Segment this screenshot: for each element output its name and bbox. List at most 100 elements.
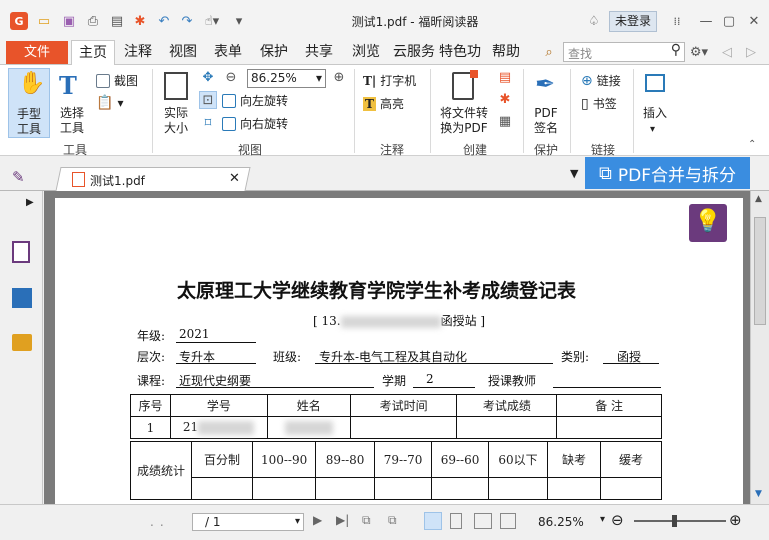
status-zoom-out-icon[interactable]: ⊖ (611, 511, 624, 529)
pages-panel-icon[interactable] (12, 288, 32, 308)
save-icon[interactable]: ▣ (60, 12, 78, 30)
select-tool-button[interactable]: T 选择 工具 (53, 68, 91, 138)
convert-to-pdf-button[interactable]: 将文件转 换为PDF (436, 68, 492, 138)
tab-cloud[interactable]: 云服务 (393, 40, 435, 65)
link-button[interactable]: ⊕ 链接 (581, 72, 621, 89)
next-page-icon[interactable]: ▶ (313, 513, 322, 527)
collapse-ribbon-icon[interactable]: ⌃ (748, 139, 756, 150)
hand-dropdown-icon[interactable]: ☝▾ (203, 12, 221, 30)
single-page-view-icon[interactable] (424, 512, 442, 530)
pdf-merge-split-button[interactable]: ⧉ PDF合并与拆分 (585, 157, 750, 189)
actual-size-button[interactable]: 实际 大小 (158, 68, 196, 138)
bookmark-panel-icon[interactable] (12, 241, 30, 263)
tab-protect[interactable]: 保护 (254, 40, 294, 65)
search-icon[interactable]: ⚲ (671, 42, 681, 58)
zoom-in-icon[interactable]: ⊕ (330, 68, 348, 86)
next-view-icon[interactable]: ⧉ (388, 513, 397, 528)
clipboard-button[interactable]: 📋 ▾ (96, 95, 123, 111)
tab-view[interactable]: 视图 (163, 40, 203, 65)
group-comment-label: 注释 (379, 143, 404, 157)
tab-home[interactable]: 主页 (71, 40, 115, 66)
tab-help[interactable]: 帮助 (486, 40, 526, 65)
status-bar: .. / 1 ▾ ▶ ▶| ⧉ ⧉ 86.25% ▾ ⊖ ⊕ (0, 504, 769, 540)
insert-button[interactable]: 插入 ▾ (638, 68, 672, 138)
rotate-left-label: 向左旋转 (240, 94, 289, 108)
text-cursor-icon: T (59, 71, 77, 100)
zoom-select[interactable]: 86.25% ▾ (247, 69, 326, 88)
login-button[interactable]: 未登录 (609, 11, 657, 32)
document-tab-label: 测试1.pdf (90, 174, 145, 188)
row-student-id: 21 (169, 416, 268, 439)
tab-list-dropdown-icon[interactable]: ▼ (570, 167, 578, 180)
rotate-right-button[interactable]: 向右旋转 (222, 115, 288, 132)
bookmark-icon: ▯ (581, 95, 589, 112)
tab-browse[interactable]: 浏览 (346, 40, 386, 65)
zoom-slider-handle[interactable] (672, 515, 677, 527)
close-tab-icon[interactable]: ✕ (229, 171, 240, 186)
first-page-icon[interactable]: .. (150, 515, 170, 529)
clipboard-icon: 📋 (96, 95, 114, 111)
teacher-label: 授课教师 (488, 374, 537, 388)
scroll-down-icon[interactable]: ▼ (755, 489, 762, 499)
page-number-input[interactable]: / 1 ▾ (192, 513, 304, 531)
tab-comment[interactable]: 注释 (118, 40, 158, 65)
properties-icon[interactable]: ▤ (108, 12, 126, 30)
fit-width-icon[interactable]: ⊡ (199, 91, 217, 109)
tab-features[interactable]: 特色功能 (439, 40, 481, 65)
new-icon[interactable]: ✱ (131, 12, 149, 30)
facing-view-icon[interactable] (474, 513, 492, 529)
prev-arrow-icon[interactable]: ◁ (718, 43, 736, 61)
status-zoom-value[interactable]: 86.25% (538, 515, 584, 529)
zoom-dropdown-icon[interactable]: ▾ (600, 514, 605, 525)
foxit-pen-icon[interactable]: ✎ (12, 168, 30, 186)
rotate-left-button[interactable]: 向左旋转 (222, 92, 288, 109)
typewriter-button[interactable]: T| 打字机 (363, 72, 416, 89)
continuous-facing-view-icon[interactable] (500, 513, 516, 529)
screenshot-button[interactable]: 截图 (96, 72, 138, 89)
prev-view-icon[interactable]: ⧉ (362, 513, 371, 528)
hand-icon: ✋ (18, 71, 46, 96)
tab-share[interactable]: 共享 (299, 40, 339, 65)
fit-visible-icon[interactable]: ⌑ (199, 114, 217, 132)
highlight-button[interactable]: T 高亮 (363, 95, 404, 112)
fit-page-icon[interactable]: ✥ (199, 68, 217, 86)
continuous-view-icon[interactable] (450, 513, 462, 529)
expand-panel-icon[interactable]: ▶ (26, 197, 34, 208)
comments-panel-icon[interactable] (12, 334, 32, 351)
close-button[interactable]: ✕ (745, 12, 763, 30)
redacted-block (284, 420, 333, 435)
status-zoom-in-icon[interactable]: ⊕ (729, 511, 742, 529)
create-scanner-icon[interactable]: ▦ (496, 112, 514, 130)
create-blank-icon[interactable]: ▤ (496, 68, 514, 86)
lightbulb-icon[interactable]: 💡 (689, 204, 727, 242)
undo-icon[interactable]: ↶ (155, 12, 173, 30)
print-icon[interactable]: ⎙ (84, 12, 102, 30)
search-input[interactable]: 查找 ⚲ (563, 42, 685, 62)
bookmark-button[interactable]: ▯ 书签 (581, 95, 617, 112)
grid-icon[interactable]: ⁞⁞ (668, 12, 686, 30)
minimize-button[interactable]: — (697, 12, 715, 30)
scrollbar-thumb[interactable] (754, 217, 766, 325)
course-label: 课程: (137, 374, 166, 388)
zoom-out-icon[interactable]: ⊖ (222, 68, 240, 86)
vertical-scrollbar[interactable]: ▲ ▼ (750, 191, 769, 504)
customize-icon[interactable]: ▾ (230, 12, 248, 30)
next-arrow-icon[interactable]: ▷ (742, 43, 760, 61)
stats-cell (431, 477, 490, 500)
redo-icon[interactable]: ↷ (178, 12, 196, 30)
pdf-sign-button[interactable]: ✒ PDF 签名 (527, 68, 565, 138)
hand-tool-button[interactable]: ✋ 手型 工具 (8, 68, 50, 138)
maximize-button[interactable]: ▢ (720, 12, 738, 30)
create-from-file-icon[interactable]: ✱ (496, 90, 514, 108)
zoom-slider-track[interactable] (634, 520, 726, 522)
open-folder-icon[interactable]: ▭ (35, 12, 53, 30)
link-label: 链接 (596, 74, 621, 88)
last-page-icon[interactable]: ▶| (336, 513, 349, 527)
tab-form[interactable]: 表单 (208, 40, 248, 65)
file-menu-button[interactable]: 文件 (6, 41, 68, 64)
scroll-up-icon[interactable]: ▲ (755, 194, 762, 204)
settings-icon[interactable]: ⚙▾ (690, 43, 708, 61)
bell-icon[interactable]: ♤ (585, 12, 603, 30)
stats-header: 79--70 (374, 441, 433, 478)
search-doc-icon[interactable]: ⌕ (540, 43, 558, 61)
